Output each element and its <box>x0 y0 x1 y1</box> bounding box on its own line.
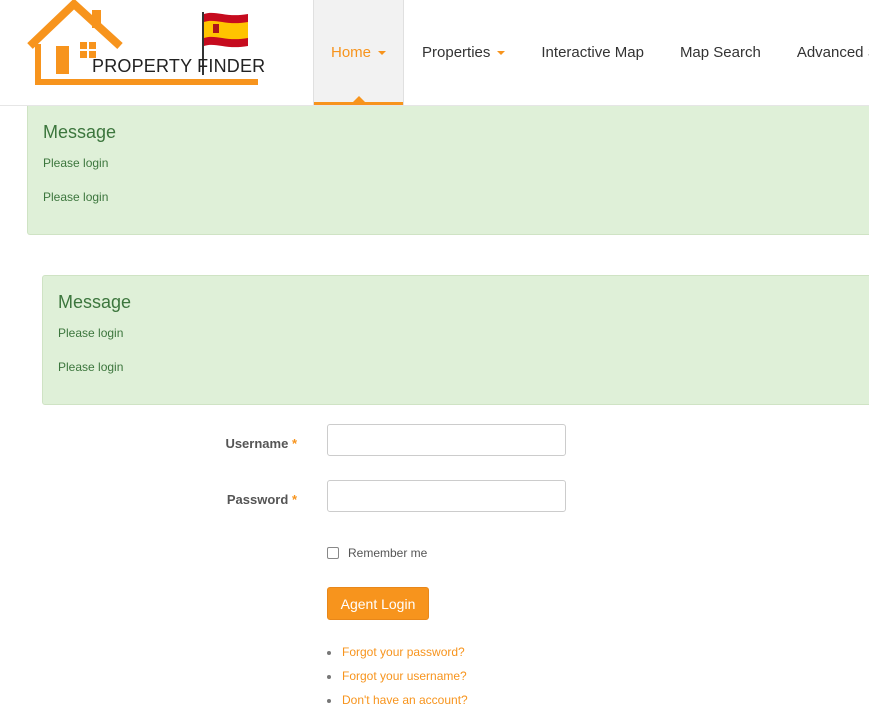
caret-down-icon <box>378 50 387 55</box>
username-label: Username * <box>225 436 297 451</box>
remember-me-checkbox[interactable] <box>327 547 339 559</box>
nav-item-label: Home <box>331 44 372 61</box>
logo-text: PROPERTY FINDER <box>92 56 266 76</box>
nav-item-label: Map Search <box>679 44 761 61</box>
nav-item-home[interactable]: Home <box>313 0 405 105</box>
nav-item-advanced-search[interactable]: Advanced Sea <box>779 0 869 105</box>
alert-message: Please login <box>58 360 124 374</box>
logo[interactable]: PROPERTY FINDER <box>26 0 266 90</box>
password-input[interactable] <box>327 480 566 512</box>
main-nav: Home Properties Interactive Map Map Sear… <box>313 0 869 105</box>
nav-item-label: Advanced Sea <box>796 44 869 61</box>
message-alert: Message Please login Please login <box>27 106 869 235</box>
nav-item-map-search[interactable]: Map Search <box>662 0 779 105</box>
nav-item-label: Properties <box>422 44 491 61</box>
alert-message: Please login <box>58 326 124 340</box>
alert-title: Message <box>58 292 132 312</box>
alert-message: Please login <box>43 190 109 204</box>
nav-item-label: Interactive Map <box>541 44 644 61</box>
remember-me: Remember me <box>327 546 427 560</box>
nav-item-properties[interactable]: Properties <box>404 0 523 105</box>
message-alert: Message Please login Please login <box>42 275 869 405</box>
spain-flag-icon <box>204 12 248 48</box>
username-input[interactable] <box>327 424 566 456</box>
alert-message: Please login <box>43 156 109 170</box>
caret-down-icon <box>497 50 506 55</box>
agent-login-button[interactable]: Agent Login <box>327 587 429 620</box>
forgot-password-link[interactable]: Forgot your password? <box>327 645 468 669</box>
login-links: Forgot your password? Forgot your userna… <box>327 645 468 717</box>
register-link[interactable]: Don't have an account? <box>327 693 468 717</box>
alert-title: Message <box>43 122 117 142</box>
nav-item-interactive-map[interactable]: Interactive Map <box>523 0 662 105</box>
required-mark: * <box>291 492 297 507</box>
password-label: Password * <box>226 492 297 507</box>
remember-me-label: Remember me <box>348 546 428 560</box>
required-mark: * <box>291 436 297 451</box>
site-header: PROPERTY FINDER Home Properties Interact… <box>0 0 869 106</box>
forgot-username-link[interactable]: Forgot your username? <box>327 669 468 693</box>
